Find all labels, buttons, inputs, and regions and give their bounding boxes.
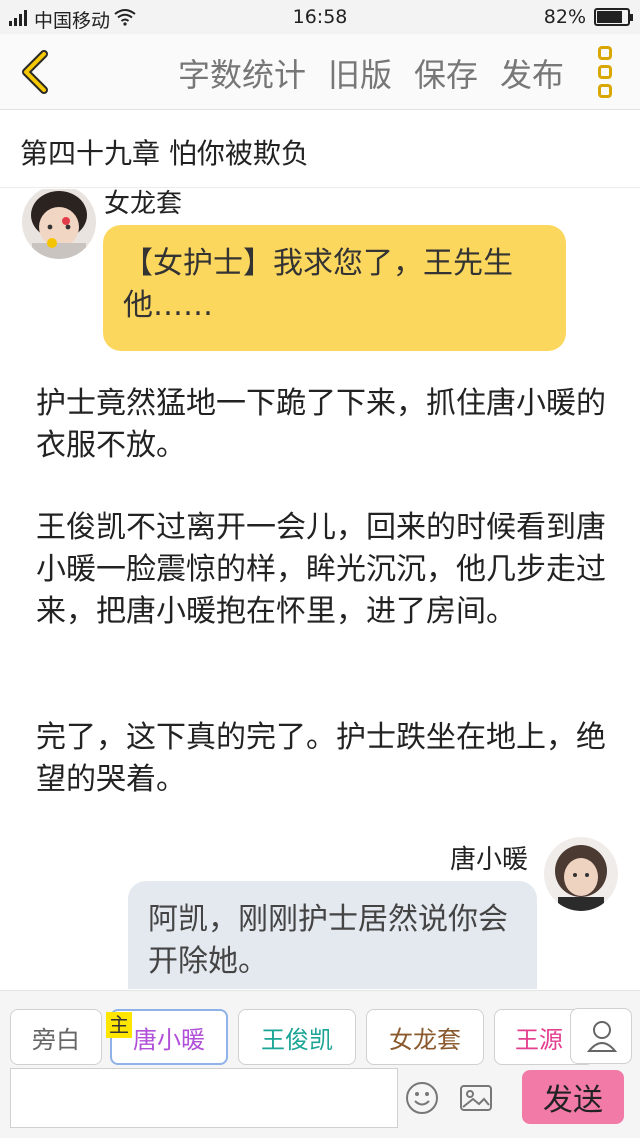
chat-bubble[interactable]: 【女护士】我求您了，王先生他…… [103, 225, 566, 351]
chip-label: 王源 [515, 1025, 563, 1054]
chip-label: 女龙套 [389, 1025, 461, 1054]
chip-label: 旁白 [32, 1025, 80, 1054]
editor-toolbar: 字数统计 旧版 保存 发布 [0, 34, 640, 110]
emoji-icon[interactable] [404, 1080, 440, 1116]
publish-button[interactable]: 发布 [500, 50, 564, 96]
chapter-title[interactable]: 第四十九章 怕你被欺负 [20, 132, 309, 172]
avatar-tang-xiaonuan[interactable] [544, 837, 618, 911]
status-bar: 中国移动 16:58 82% [0, 0, 640, 34]
main-character-badge: 主 [106, 1012, 132, 1038]
save-button[interactable]: 保存 [414, 50, 478, 96]
avatar-female-extra[interactable] [22, 189, 96, 259]
character-chip-female-extra[interactable]: 女龙套 [366, 1009, 484, 1065]
speaker-name: 唐小暖 [450, 845, 529, 875]
more-menu-icon[interactable] [598, 46, 616, 98]
chip-label: 王俊凯 [261, 1025, 333, 1054]
old-version-button[interactable]: 旧版 [328, 50, 392, 96]
person-icon [571, 1021, 633, 1069]
chapter-header: 第四十九章 怕你被欺负 [0, 110, 640, 188]
battery-percent: 82% [543, 6, 586, 28]
image-icon[interactable] [458, 1080, 494, 1116]
character-chip-wang-junkai[interactable]: 王俊凯 [238, 1009, 356, 1065]
battery-icon [594, 8, 633, 26]
narration-paragraph[interactable]: 完了，这下真的完了。护士跌坐在地上，绝望的哭着。 [36, 717, 616, 801]
character-selector: 旁白 唐小暖 王俊凯 女龙套 王源 [0, 990, 640, 1068]
word-count-button[interactable]: 字数统计 [178, 50, 306, 96]
message-input[interactable] [10, 1068, 398, 1128]
character-chip-narrator[interactable]: 旁白 [10, 1009, 102, 1065]
narration-paragraph[interactable]: 护士竟然猛地一下跪了下来，抓住唐小暖的衣服不放。 [36, 383, 616, 467]
narration-paragraph[interactable]: 王俊凯不过离开一会儿，回来的时候看到唐小暖一脸震惊的样，眸光沉沉，他几步走过来，… [36, 507, 616, 633]
back-icon[interactable] [16, 48, 52, 96]
chat-bubble[interactable]: 阿凯，刚刚护士居然说你会开除她。 [128, 881, 537, 989]
send-button[interactable]: 发送 [522, 1070, 624, 1124]
manage-characters-button[interactable] [570, 1008, 632, 1064]
chip-label: 唐小暖 [133, 1025, 205, 1054]
story-content: 女龙套 【女护士】我求您了，王先生他…… 护士竟然猛地一下跪了下来，抓住唐小暖的… [0, 189, 640, 989]
speaker-name: 女龙套 [104, 189, 183, 219]
